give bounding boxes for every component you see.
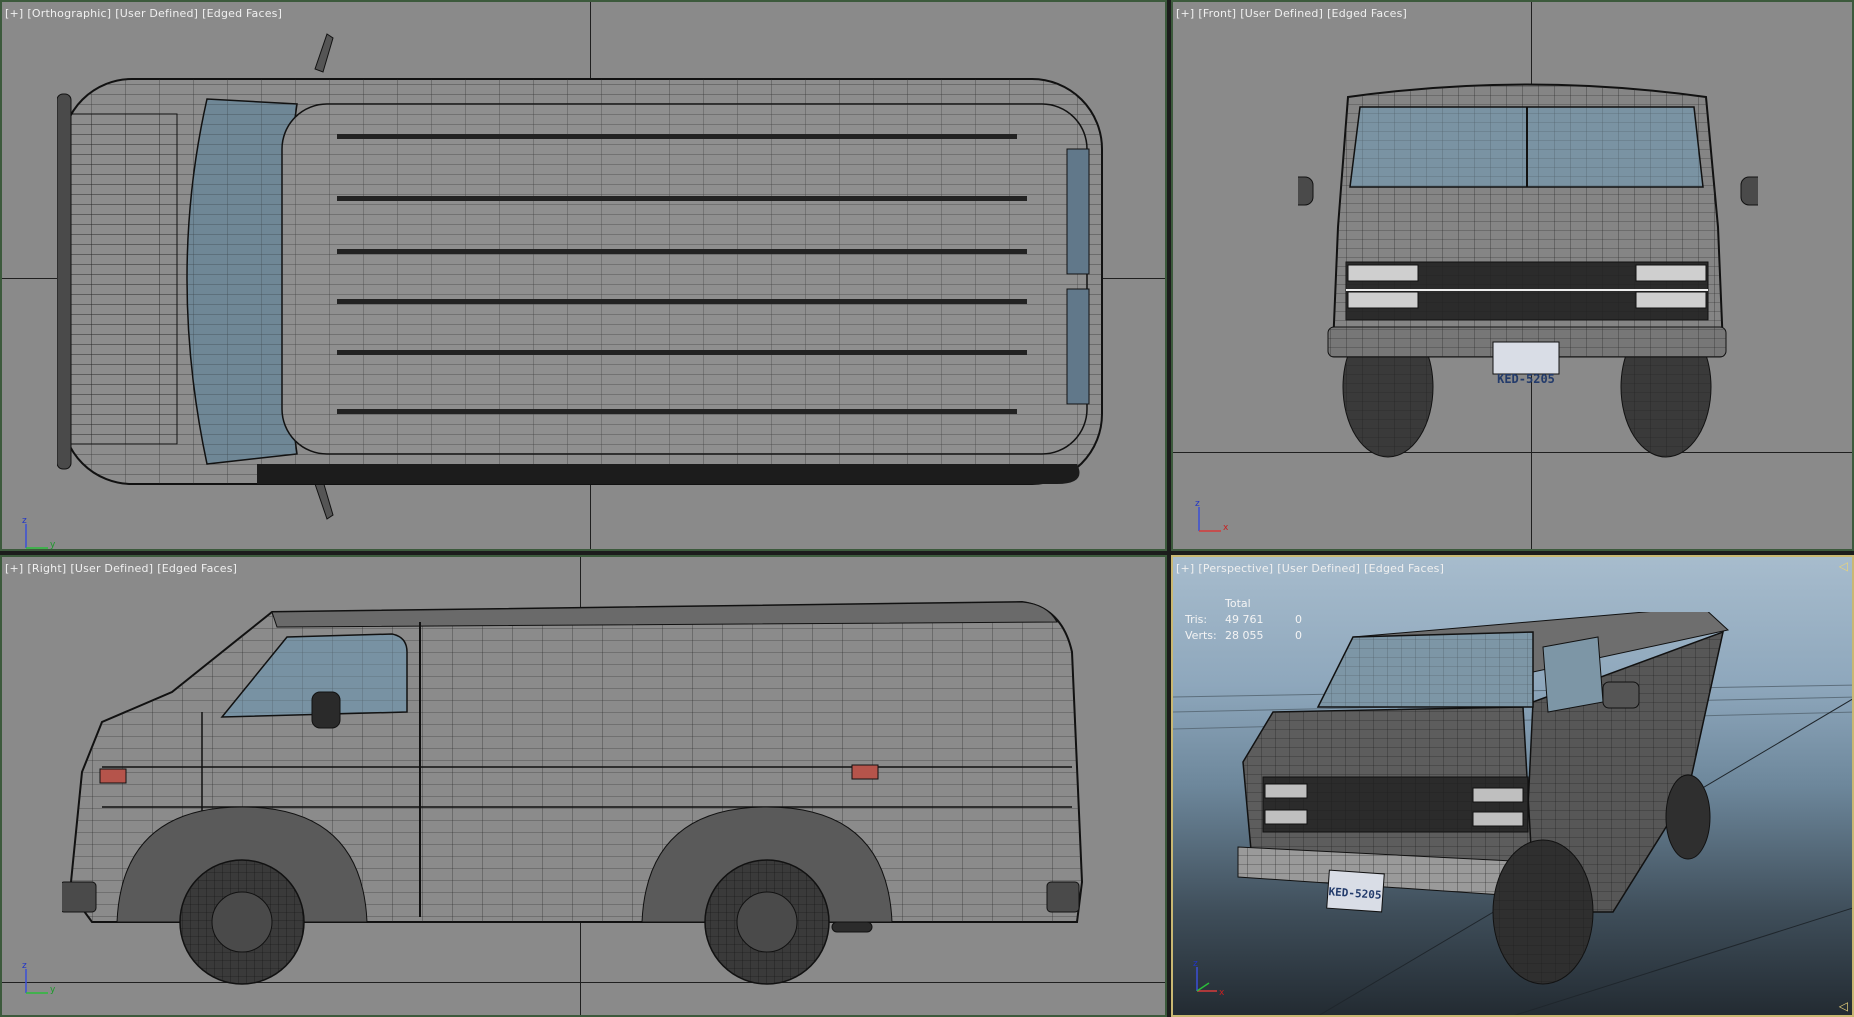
stats-tris-label: Tris: — [1185, 612, 1208, 626]
svg-text:z: z — [1193, 959, 1198, 969]
van-front-view-mesh[interactable] — [1298, 77, 1758, 462]
viewport-view-label[interactable]: [Orthographic] — [27, 7, 111, 20]
viewport-right[interactable]: [+] [Right] [User Defined] [Edged Faces] — [0, 555, 1167, 1017]
axis-tripod-icon: z y — [22, 961, 56, 995]
viewport-orthographic[interactable]: [+] [Orthographic] [User Defined] [Edged Fa… — [0, 0, 1167, 551]
stats-total-header: Total — [1225, 596, 1251, 610]
svg-text:z: z — [22, 516, 27, 526]
viewport-faces-label[interactable]: [Edged Faces] — [1364, 562, 1444, 575]
svg-text:x: x — [1223, 523, 1229, 533]
svg-text:x: x — [1219, 988, 1225, 997]
license-plate-text: KED-5205 — [1497, 372, 1555, 386]
viewport-menu-plus[interactable]: [+] — [5, 7, 23, 20]
axis-tripod-icon: z y — [22, 516, 56, 550]
viewport-menu-plus[interactable]: [+] — [1176, 7, 1194, 20]
viewport-faces-label[interactable]: [Edged Faces] — [1327, 7, 1407, 20]
viewport-shading-label[interactable]: [User Defined] — [1277, 562, 1360, 575]
van-top-view-mesh[interactable] — [57, 24, 1117, 529]
viewport-label[interactable]: [+] [Perspective] [User Defined] [Edged Fac… — [1176, 562, 1448, 575]
van-side-view-mesh[interactable] — [62, 592, 1102, 992]
viewport-view-label[interactable]: [Front] — [1198, 7, 1236, 20]
viewport-label[interactable]: [+] [Orthographic] [User Defined] [Edged Fa… — [5, 7, 286, 20]
viewport-label[interactable]: [+] [Front] [User Defined] [Edged Faces] — [1176, 7, 1411, 20]
axis-tripod-icon: z x — [1193, 959, 1225, 998]
viewport-view-label[interactable]: [Right] — [27, 562, 66, 575]
stats-verts-label: Verts: — [1185, 628, 1217, 642]
svg-text:z: z — [22, 961, 27, 971]
van-perspective-mesh[interactable] — [1233, 612, 1753, 1012]
axis-gizmo: z y — [20, 514, 60, 550]
viewport-faces-label[interactable]: [Edged Faces] — [157, 562, 237, 575]
svg-text:y: y — [50, 540, 56, 550]
viewport-shading-label[interactable]: [User Defined] — [70, 562, 153, 575]
viewport-perspective[interactable]: [+] [Perspective] [User Defined] [Edged Fac… — [1171, 555, 1854, 1017]
axis-gizmo: z x — [1191, 957, 1231, 998]
svg-text:z: z — [1195, 499, 1200, 509]
axis-gizmo: z y — [20, 959, 60, 999]
svg-text:y: y — [50, 985, 56, 995]
viewport-shading-label[interactable]: [User Defined] — [115, 7, 198, 20]
viewport-menu-plus[interactable]: [+] — [5, 562, 23, 575]
axis-gizmo: z x — [1193, 497, 1233, 537]
viewport-faces-label[interactable]: [Edged Faces] — [202, 7, 282, 20]
viewport-view-label[interactable]: [Perspective] — [1198, 562, 1273, 575]
viewport-menu-plus[interactable]: [+] — [1176, 562, 1194, 575]
axis-tripod-icon: z x — [1195, 499, 1229, 533]
viewport-corner-marker-icon: ◁ — [1838, 559, 1848, 573]
viewport-label[interactable]: [+] [Right] [User Defined] [Edged Faces] — [5, 562, 241, 575]
viewport-shading-label[interactable]: [User Defined] — [1240, 7, 1323, 20]
stats-header-row: Total — [1185, 595, 1315, 611]
viewport-front[interactable]: [+] [Front] [User Defined] [Edged Faces] — [1171, 0, 1854, 551]
viewport-corner-marker-icon: ◁ — [1838, 999, 1848, 1013]
